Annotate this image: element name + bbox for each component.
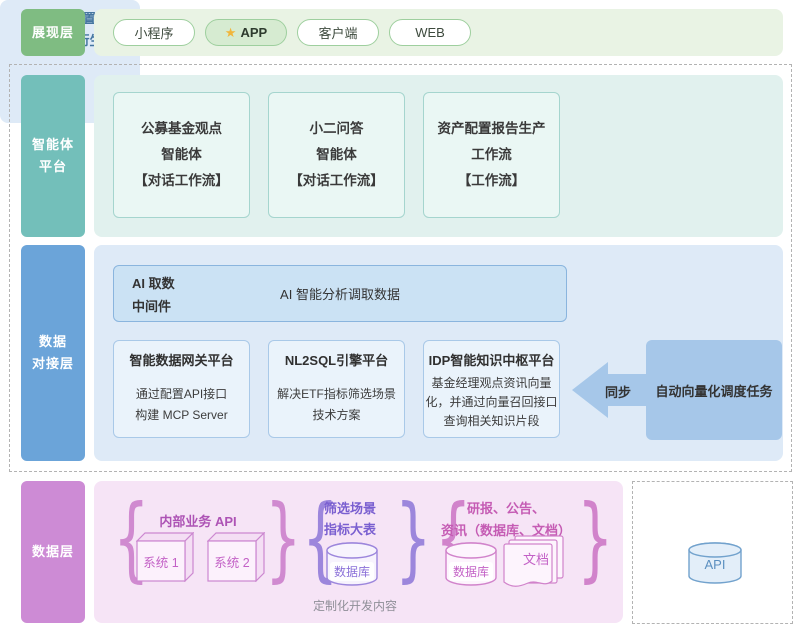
documents-label: 文档: [510, 549, 562, 568]
layer-label-text: 展现层: [32, 22, 74, 44]
layer-label-text: 智能体: [32, 134, 74, 156]
desc-line: 化，并通过向量召回接口: [424, 393, 559, 412]
layer-label-text: 数据: [39, 331, 67, 353]
desc-line: 查询相关知识片段: [424, 412, 559, 431]
desc-line: 解决ETF指标筛选场景: [269, 384, 404, 405]
pill-label: WEB: [415, 25, 445, 40]
pill-client[interactable]: 客户端: [297, 19, 379, 46]
desc-line: 构建 MCP Server: [114, 405, 249, 426]
architecture-diagram: 展现层 小程序 ★ APP 客户端 WEB 智能体 平台 公募基金观点 智能体 …: [0, 0, 800, 634]
api-label: API: [687, 557, 743, 572]
layer-label-presentation: 展现层: [21, 9, 85, 56]
platform-desc: 解决ETF指标筛选场景 技术方案: [269, 384, 404, 426]
auto-vectorize-scheduler-box: 自动向量化调度任务: [646, 340, 782, 440]
ai-middleware-description: AI 智能分析调取数据: [114, 266, 566, 321]
ai-middleware-box: AI 取数 中间件 AI 智能分析调取数据: [113, 265, 567, 322]
layer-label-text: 平台: [39, 156, 67, 178]
platform-desc: 基金经理观点资讯向量 化，并通过向量召回接口 查询相关知识片段: [424, 374, 559, 431]
desc-line: 通过配置API接口: [114, 384, 249, 405]
title-line: 指标大表: [300, 519, 400, 540]
star-icon: ★: [225, 25, 237, 41]
card-line: 工作流: [471, 142, 512, 168]
pill-mini-program[interactable]: 小程序: [113, 19, 195, 46]
agent-card-fund-opinion: 公募基金观点 智能体 【对话工作流】: [113, 92, 250, 218]
title-line: 筛选场景: [300, 498, 400, 519]
card-line: 公募基金观点: [141, 116, 222, 142]
platform-title: 智能数据网关平台: [114, 350, 249, 369]
card-line: 资产配置报告生产: [438, 116, 546, 142]
agent-card-qa: 小二问答 智能体 【对话工作流】: [268, 92, 405, 218]
pill-label: 小程序: [134, 23, 173, 42]
layer-label-text: 数据层: [32, 541, 74, 563]
presentation-panel: 小程序 ★ APP 客户端 WEB: [94, 9, 783, 56]
pill-app[interactable]: ★ APP: [205, 19, 287, 46]
indicator-group-title: 筛选场景 指标大表: [300, 498, 400, 540]
research-database-cylinder: 数据库: [444, 541, 498, 587]
layer-label-text: 对接层: [32, 353, 74, 375]
indicator-database-cylinder: 数据库: [325, 541, 379, 587]
card-line: 智能体: [161, 142, 202, 168]
layer-label-data: 数据层: [21, 481, 85, 623]
system-1-cube: 系统 1: [136, 532, 194, 584]
customized-dev-footnote: 定制化开发内容: [275, 597, 435, 614]
card-line: 【对话工作流】: [289, 168, 384, 194]
layer-label-agent-platform: 智能体 平台: [21, 75, 85, 237]
card-line: 小二问答: [310, 116, 364, 142]
corpus-api-cylinder: API: [687, 541, 743, 585]
platform-desc: 通过配置API接口 构建 MCP Server: [114, 384, 249, 426]
card-line: 【工作流】: [458, 168, 526, 194]
right-brace-icon: }: [265, 489, 301, 589]
system-1-label: 系统 1: [137, 541, 185, 581]
card-line: 【对话工作流】: [134, 168, 229, 194]
documents-stack: 文档: [502, 535, 566, 593]
internal-api-title: 内部业务 API: [133, 511, 263, 530]
agent-card-report-workflow: 资产配置报告生产 工作流 【工作流】: [423, 92, 560, 218]
sync-arrow-label: 同步: [590, 382, 646, 401]
desc-line: 技术方案: [269, 405, 404, 426]
layer-label-data-integration: 数据 对接层: [21, 245, 85, 461]
platform-card-idp-knowledge: IDP智能知识中枢平台 基金经理观点资讯向量 化，并通过向量召回接口 查询相关知…: [423, 340, 560, 438]
database-label: 数据库: [449, 562, 493, 581]
database-label: 数据库: [330, 562, 374, 581]
card-line: 智能体: [316, 142, 357, 168]
platform-card-data-gateway: 智能数据网关平台 通过配置API接口 构建 MCP Server: [113, 340, 250, 438]
pill-web[interactable]: WEB: [389, 19, 471, 46]
platform-title: IDP智能知识中枢平台: [424, 350, 559, 369]
system-2-label: 系统 2: [208, 541, 256, 581]
system-2-cube: 系统 2: [207, 532, 265, 584]
desc-line: 基金经理观点资讯向量: [424, 374, 559, 393]
platform-card-nl2sql: NL2SQL引擎平台 解决ETF指标筛选场景 技术方案: [268, 340, 405, 438]
title-line: 研报、公告、: [426, 498, 586, 520]
pill-label: 客户端: [318, 23, 357, 42]
platform-title: NL2SQL引擎平台: [269, 350, 404, 369]
pill-label: APP: [240, 25, 267, 40]
